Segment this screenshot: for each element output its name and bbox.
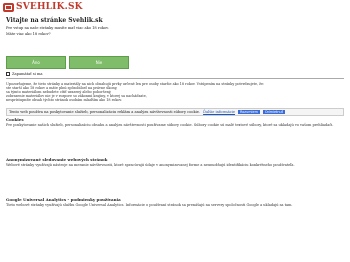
age-verification-page: SVEHLIK.SK Vitajte na stránke Svehlik.sk…: [0, 0, 350, 262]
remember-me-checkbox[interactable]: [6, 72, 10, 76]
section-text: Webové stránky využívajú nástroje na mer…: [6, 162, 295, 167]
age-no-button[interactable]: Nie: [69, 56, 129, 69]
remember-me-row[interactable]: Zapamätať si ma: [6, 72, 43, 76]
site-header: SVEHLIK.SK: [0, 0, 350, 14]
age-question-text: Máte viac ako 18 rokov?: [6, 32, 51, 36]
notice-item: nesprístupníte obsah týchto stránok osob…: [6, 98, 123, 102]
age-gate-buttons: Áno Nie: [6, 56, 129, 69]
cookie-consent-bar: Tento web používa na poskytovanie služie…: [6, 108, 344, 116]
cookie-ok-button[interactable]: Rozumiem: [238, 110, 260, 114]
age-yes-button[interactable]: Áno: [6, 56, 66, 69]
section-text: Pre poskytovanie našich služieb, persona…: [6, 122, 334, 127]
logo-icon: [3, 2, 14, 12]
page-title: Vitajte na stránke Svehlik.sk: [6, 17, 103, 24]
site-logo[interactable]: SVEHLIK.SK: [16, 2, 83, 12]
cookie-text: Tento web používa na poskytovanie služie…: [9, 110, 201, 114]
analytics-section: Google Universal Analytics - podmienky p…: [6, 197, 344, 208]
age-requirement-text: Pre vstup na naše stránky musíte mať via…: [6, 26, 109, 30]
cookie-refuse-button[interactable]: Odmietnuť: [262, 110, 285, 114]
remember-me-label: Zapamätať si ma: [12, 72, 43, 76]
age-notice: Upozorňujeme, že tieto stránky a materiá…: [6, 82, 344, 102]
cookie-more-link[interactable]: Ďalšie informácie: [203, 110, 235, 114]
anonymized-tracking-section: Anonymizované sledovanie webových stráno…: [6, 157, 344, 168]
section-text: Tieto webové stránky využívajú službu Go…: [6, 202, 293, 207]
divider: [6, 78, 344, 79]
cookies-section: Cookies Pre poskytovanie našich služieb,…: [6, 117, 344, 128]
